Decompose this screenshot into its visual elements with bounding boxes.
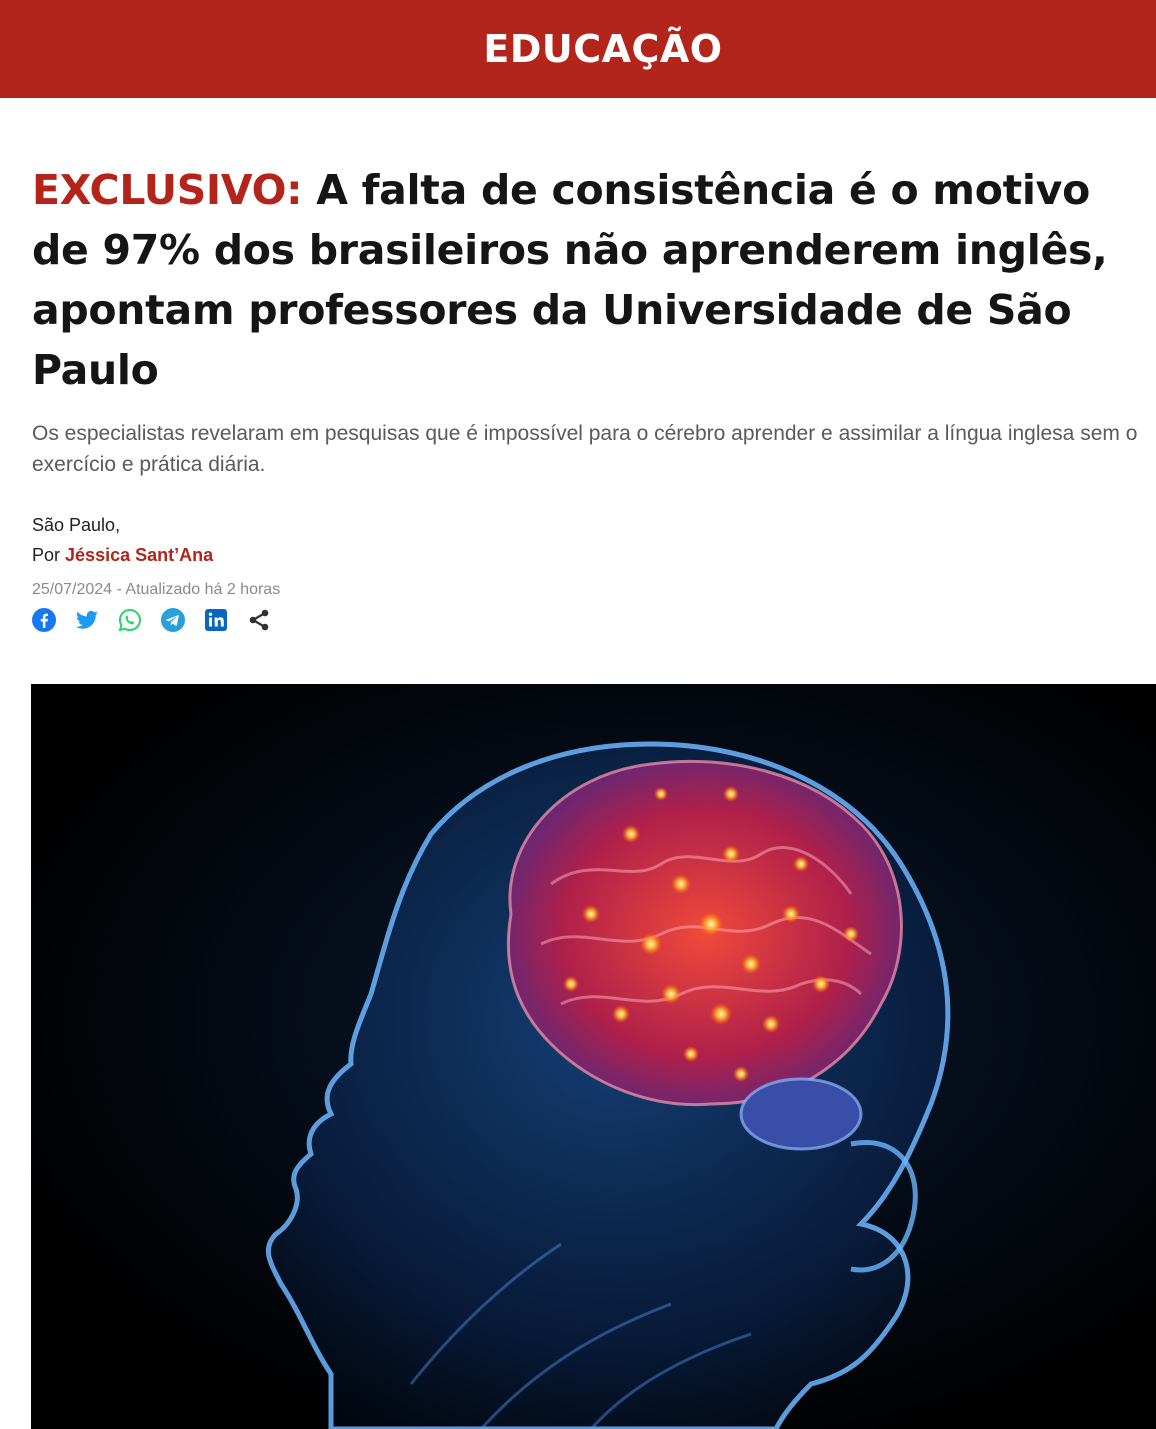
author-link[interactable]: Jéssica Sant’Ana — [65, 545, 213, 565]
headline-kicker: EXCLUSIVO: — [32, 166, 303, 214]
article-location: São Paulo, — [32, 515, 121, 535]
telegram-icon[interactable] — [161, 608, 185, 632]
share-icon[interactable] — [247, 608, 271, 632]
facebook-icon[interactable] — [32, 608, 56, 632]
by-label: Por — [32, 545, 61, 565]
article-headline: EXCLUSIVO: A falta de consistência é o m… — [32, 160, 1152, 400]
twitter-icon[interactable] — [75, 608, 99, 632]
whatsapp-icon[interactable] — [118, 608, 142, 632]
share-bar — [32, 606, 271, 634]
section-header: EDUCAÇÃO — [0, 0, 1156, 98]
author-line: Por Jéssica Sant’Ana — [32, 540, 213, 570]
hero-image — [31, 684, 1156, 1429]
article-byline: São Paulo, Por Jéssica Sant’Ana — [32, 510, 213, 570]
section-title[interactable]: EDUCAÇÃO — [483, 27, 722, 71]
linkedin-icon[interactable] — [204, 608, 228, 632]
article-subtitle: Os especialistas revelaram em pesquisas … — [32, 422, 1138, 476]
brain-illustration — [31, 684, 1156, 1429]
article-date: 25/07/2024 - Atualizado há 2 horas — [32, 581, 281, 598]
